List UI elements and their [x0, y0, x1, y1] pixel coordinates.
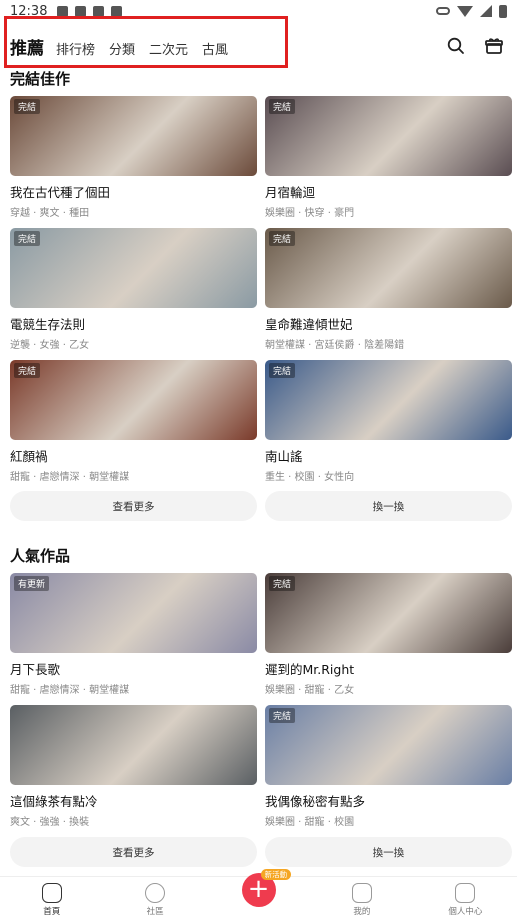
book-card[interactable]: 完結 遲到的Mr.Right 娛樂圈 · 甜寵 · 乙女: [265, 573, 512, 705]
status-bar: 12:38: [0, 0, 517, 22]
status-badge: 完結: [14, 363, 41, 378]
battery-icon: [499, 4, 507, 18]
book-card[interactable]: 完結 我在古代種了個田 穿越 · 爽文 · 種田: [10, 96, 257, 228]
status-badge: 完結: [269, 363, 296, 378]
book-card[interactable]: 完結 我偶像秘密有點多 娛樂圈 · 甜寵 · 校園: [265, 705, 512, 837]
view-more-button[interactable]: 查看更多: [10, 837, 257, 867]
book-tags: 逆襲 · 女強 · 乙女: [10, 340, 90, 351]
tab-ranking[interactable]: 排行榜: [56, 39, 95, 58]
profile-icon: [455, 883, 476, 903]
play-icon: [93, 5, 105, 17]
tab-recommend[interactable]: 推薦: [10, 34, 44, 59]
book-cover: 完結: [265, 705, 512, 785]
new-event-badge: 新活動: [260, 869, 292, 880]
book-cover: 完結: [265, 360, 512, 440]
book-title: 南山謠: [265, 449, 303, 464]
book-cover: 完結: [10, 96, 257, 176]
home-icon: [41, 883, 62, 903]
book-title: 月下長歌: [10, 662, 61, 677]
book-tags: 重生 · 校園 · 女性向: [265, 472, 355, 483]
download-icon: [57, 5, 69, 17]
nav-mine[interactable]: 我的: [310, 877, 413, 920]
book-cover: 完結: [265, 573, 512, 653]
book-cover: [10, 705, 257, 785]
tab-categories[interactable]: 分類: [109, 39, 135, 58]
book-cover: 完結: [265, 96, 512, 176]
book-title: 月宿輪迴: [265, 185, 316, 200]
book-card[interactable]: 有更新 月下長歌 甜寵 · 虐戀情深 · 朝堂權謀: [10, 573, 257, 705]
signal-icon: [480, 5, 492, 17]
book-title: 我偶像秘密有點多: [265, 794, 366, 809]
search-icon[interactable]: [447, 37, 465, 55]
nav-profile[interactable]: 個人中心: [414, 877, 517, 920]
bookshelf-icon: [351, 883, 372, 903]
book-tags: 穿越 · 爽文 · 種田: [10, 208, 90, 219]
book-card[interactable]: 完結 皇命難違傾世妃 朝堂權謀 · 宮廷侯爵 · 陰差陽錯: [265, 228, 512, 360]
status-badge: 有更新: [14, 576, 50, 591]
book-cover: 有更新: [10, 573, 257, 653]
status-badge: 完結: [269, 99, 296, 114]
status-time: 12:38: [10, 3, 48, 19]
section-title-popular: 人氣作品: [10, 547, 71, 565]
gift-box-icon[interactable]: [485, 37, 503, 55]
tab-anime[interactable]: 二次元: [149, 39, 188, 58]
status-badge: 完結: [14, 231, 41, 246]
app-notification-icon: [75, 5, 87, 17]
book-card[interactable]: 完結 月宿輪迴 娛樂圈 · 快穿 · 豪門: [265, 96, 512, 228]
tab-ancient-style[interactable]: 古風: [202, 39, 228, 58]
nav-label: 我的: [353, 907, 371, 917]
book-cover: 完結: [10, 360, 257, 440]
book-card[interactable]: 完結 紅顏禍 甜寵 · 虐戀情深 · 朝堂權謀: [10, 360, 257, 492]
book-tags: 朝堂權謀 · 宮廷侯爵 · 陰差陽錯: [265, 340, 405, 351]
top-nav: 推薦 排行榜 分類 二次元 古風: [0, 24, 517, 68]
nav-label: 社區: [146, 907, 164, 917]
status-badge: 完結: [269, 708, 296, 723]
refresh-button[interactable]: 換一換: [265, 837, 512, 867]
section-actions-completed: 查看更多 換一換: [10, 491, 512, 521]
wifi-icon: [457, 5, 473, 17]
book-cover: 完結: [265, 228, 512, 308]
book-card[interactable]: 完結 南山謠 重生 · 校園 · 女性向: [265, 360, 512, 492]
book-title: 電競生存法則: [10, 317, 86, 332]
book-title: 皇命難違傾世妃: [265, 317, 353, 332]
nav-home[interactable]: 首頁: [0, 877, 103, 920]
status-badge: 完結: [14, 99, 41, 114]
nav-label: 首頁: [43, 907, 61, 917]
system-icons: [436, 4, 507, 18]
book-tags: 爽文 · 強強 · 換裝: [10, 817, 90, 828]
nav-create: + 新活動: [207, 869, 310, 920]
nav-label: 個人中心: [448, 907, 483, 917]
book-card[interactable]: 完結 電競生存法則 逆襲 · 女強 · 乙女: [10, 228, 257, 360]
notification-icons: [57, 5, 123, 17]
community-icon: [145, 883, 166, 903]
popular-works-grid: 有更新 月下長歌 甜寵 · 虐戀情深 · 朝堂權謀 完結 遲到的Mr.Right…: [10, 573, 512, 837]
book-title: 我在古代種了個田: [10, 185, 111, 200]
section-title-completed: 完結佳作: [10, 70, 71, 88]
view-more-button[interactable]: 查看更多: [10, 491, 257, 521]
shield-icon: [111, 5, 123, 17]
status-badge: 完結: [269, 576, 296, 591]
completed-works-grid: 完結 我在古代種了個田 穿越 · 爽文 · 種田 完結 月宿輪迴 娛樂圈 · 快…: [10, 96, 512, 492]
category-tabs: 推薦 排行榜 分類 二次元 古風: [0, 34, 242, 59]
book-tags: 甜寵 · 虐戀情深 · 朝堂權謀: [10, 685, 130, 696]
book-title: 這個綠茶有點冷: [10, 794, 98, 809]
book-tags: 娛樂圈 · 甜寵 · 校園: [265, 817, 355, 828]
refresh-button[interactable]: 換一換: [265, 491, 512, 521]
status-badge: 完結: [269, 231, 296, 246]
book-card[interactable]: 這個綠茶有點冷 爽文 · 強強 · 換裝: [10, 705, 257, 837]
bottom-nav: 首頁 社區 + 新活動 我的 個人中心: [0, 869, 517, 920]
nav-community[interactable]: 社區: [103, 877, 206, 920]
nav-actions: [447, 37, 517, 55]
book-title: 遲到的Mr.Right: [265, 662, 355, 677]
book-tags: 甜寵 · 虐戀情深 · 朝堂權謀: [10, 472, 130, 483]
book-tags: 娛樂圈 · 快穿 · 豪門: [265, 208, 355, 219]
vpn-key-icon: [436, 7, 450, 15]
section-actions-popular: 查看更多 換一換: [10, 837, 512, 867]
book-cover: 完結: [10, 228, 257, 308]
book-tags: 娛樂圈 · 甜寵 · 乙女: [265, 685, 355, 696]
book-title: 紅顏禍: [10, 449, 48, 464]
